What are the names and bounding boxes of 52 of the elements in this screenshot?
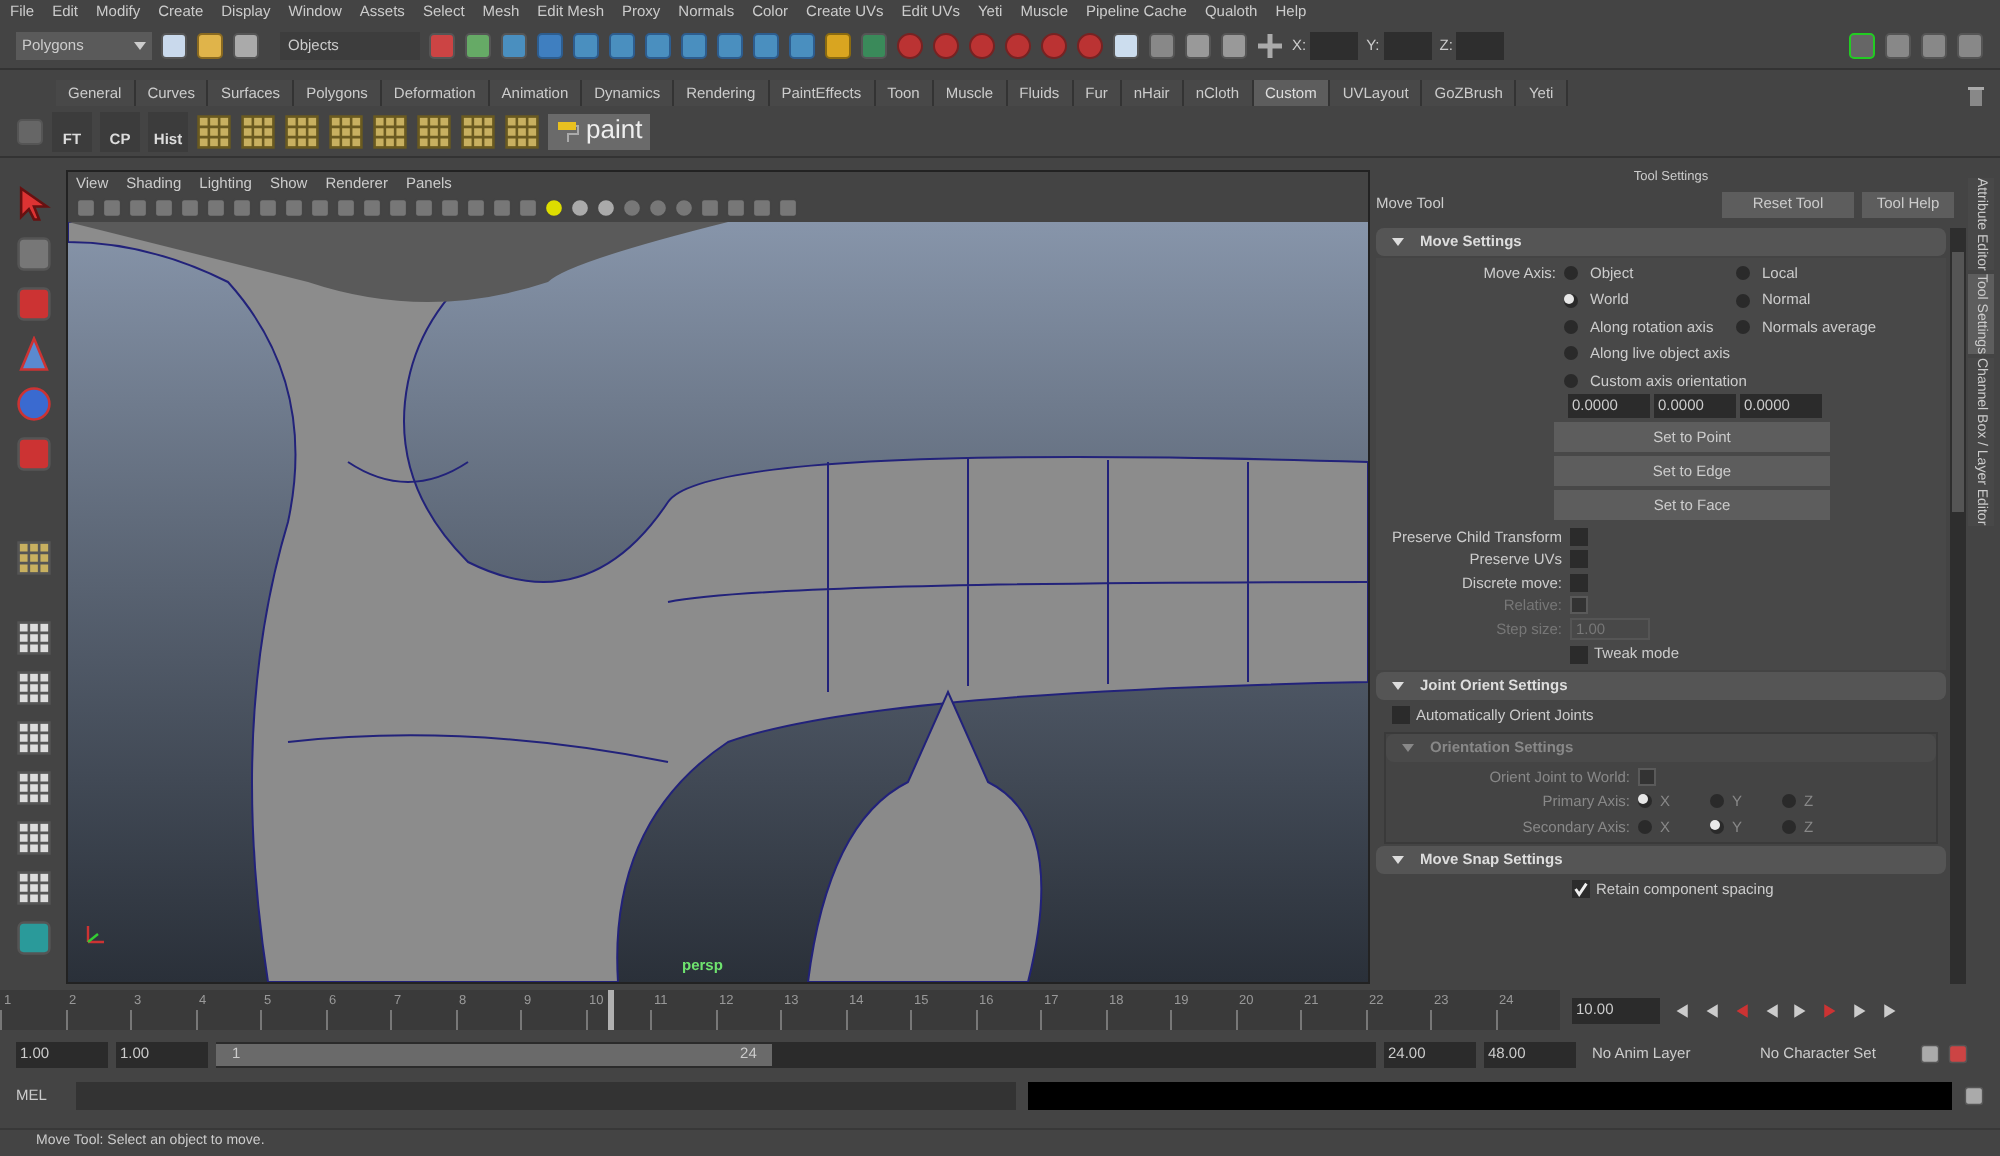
uv-tile-icon[interactable]	[240, 113, 276, 149]
tool-icon[interactable]	[15, 920, 51, 956]
uv-tile-icon[interactable]	[284, 113, 320, 149]
radio-button[interactable]	[1638, 794, 1652, 809]
radio-button[interactable]	[1710, 794, 1724, 809]
radio-button[interactable]	[1736, 266, 1750, 281]
radio-button[interactable]	[1564, 293, 1578, 308]
radio-button[interactable]	[1564, 346, 1578, 361]
scrollbar[interactable]	[1950, 228, 1966, 984]
select-arrow-icon[interactable]	[15, 186, 51, 222]
radio-button[interactable]	[1564, 266, 1578, 281]
checkbox[interactable]	[1570, 550, 1588, 569]
collapse-triangle-icon	[1392, 679, 1404, 692]
move-cone-icon[interactable]	[15, 336, 51, 372]
checkbox[interactable]	[1570, 573, 1588, 592]
radio-button[interactable]	[1736, 293, 1750, 308]
radio-button[interactable]	[1564, 373, 1578, 388]
checkbox[interactable]	[1392, 706, 1410, 725]
checkbox[interactable]	[1638, 767, 1656, 786]
checkmark-icon	[1572, 880, 1590, 899]
checkbox[interactable]	[1570, 528, 1588, 547]
dropdown-caret-icon	[134, 40, 146, 52]
rotate-sphere-icon[interactable]	[15, 386, 51, 422]
transform-icon[interactable]	[1256, 32, 1284, 60]
paint-roller-icon	[556, 119, 580, 143]
trash-icon[interactable]	[1968, 86, 1984, 106]
radio-button[interactable]	[1782, 794, 1796, 809]
uv-tile-icon[interactable]	[416, 113, 452, 149]
radio-button[interactable]	[1782, 819, 1796, 834]
checkbox[interactable]	[1570, 645, 1588, 664]
collapse-triangle-icon	[1402, 741, 1414, 754]
layout-icon[interactable]	[15, 770, 51, 806]
uv-tile-icon[interactable]	[460, 113, 496, 149]
uv-tile-icon[interactable]	[372, 113, 408, 149]
uv-tile-icon[interactable]	[328, 113, 364, 149]
layout-icon[interactable]	[15, 870, 51, 906]
radio-button[interactable]	[1564, 319, 1578, 334]
layout-icon[interactable]	[15, 620, 51, 656]
uv-tile-icon[interactable]	[15, 540, 51, 576]
collapse-triangle-icon	[1392, 236, 1404, 248]
uv-tile-icon[interactable]	[196, 113, 232, 149]
radio-button[interactable]	[1710, 819, 1724, 834]
radio-button[interactable]	[1736, 319, 1750, 334]
current-time-marker[interactable]	[608, 990, 615, 1030]
radio-button[interactable]	[1638, 819, 1652, 834]
layout-icon[interactable]	[15, 720, 51, 756]
uv-tile-icon[interactable]	[504, 113, 540, 149]
axis-gizmo-icon	[84, 922, 108, 946]
collapse-triangle-icon	[1392, 853, 1404, 866]
paint-shelf-button[interactable]: paint	[548, 113, 651, 149]
layout-icon[interactable]	[15, 820, 51, 856]
layout-icon[interactable]	[15, 670, 51, 706]
